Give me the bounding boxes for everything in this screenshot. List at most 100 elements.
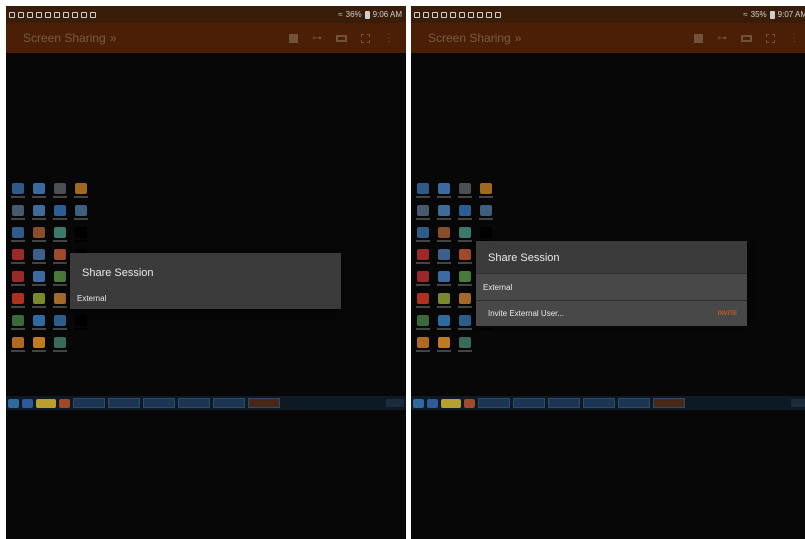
- desktop-icon[interactable]: [9, 183, 26, 201]
- desktop-icon[interactable]: [72, 315, 89, 333]
- desktop-icon[interactable]: [456, 249, 473, 267]
- desktop-icon[interactable]: [51, 293, 68, 311]
- stop-square-icon[interactable]: [289, 33, 298, 43]
- taskbar-task[interactable]: [248, 398, 280, 408]
- taskbar-task[interactable]: [618, 398, 650, 408]
- desktop-icon[interactable]: [435, 183, 452, 201]
- keyboard-icon[interactable]: [336, 34, 347, 42]
- key-icon[interactable]: ⊶: [717, 33, 727, 44]
- fullscreen-icon[interactable]: [766, 33, 775, 43]
- desktop-icon[interactable]: [9, 249, 26, 267]
- invite-button[interactable]: INVITE: [718, 311, 747, 317]
- desktop-icon[interactable]: [456, 337, 473, 355]
- desktop-icon[interactable]: [51, 205, 68, 223]
- desktop-icon[interactable]: [9, 227, 26, 245]
- desktop-icon[interactable]: [9, 271, 26, 289]
- taskbar-task[interactable]: [178, 398, 210, 408]
- taskbar-item[interactable]: [464, 398, 475, 408]
- taskbar-task[interactable]: [73, 398, 105, 408]
- desktop-icon[interactable]: [72, 183, 89, 201]
- desktop-icon[interactable]: [456, 271, 473, 289]
- desktop-icon[interactable]: [456, 183, 473, 201]
- desktop-icon[interactable]: [414, 315, 431, 333]
- desktop-icon[interactable]: [456, 205, 473, 223]
- desktop-icon[interactable]: [456, 293, 473, 311]
- desktop-icon[interactable]: [51, 227, 68, 245]
- desktop-icon[interactable]: [30, 205, 47, 223]
- desktop-icon[interactable]: [30, 315, 47, 333]
- key-icon[interactable]: ⊶: [312, 33, 322, 44]
- desktop-icon[interactable]: [30, 293, 47, 311]
- desktop-icon[interactable]: [30, 337, 47, 355]
- notification-icon: [36, 11, 42, 18]
- desktop-icon[interactable]: [72, 227, 89, 245]
- desktop-icon[interactable]: [414, 293, 431, 311]
- notification-icon: [423, 11, 429, 18]
- taskbar-task[interactable]: [108, 398, 140, 408]
- browser-icon[interactable]: [427, 398, 438, 408]
- start-button-icon[interactable]: [413, 398, 424, 408]
- taskbar-item[interactable]: [59, 398, 70, 408]
- taskbar-task[interactable]: [213, 398, 245, 408]
- desktop-icon[interactable]: [435, 227, 452, 245]
- taskbar-task[interactable]: [513, 398, 545, 408]
- desktop-icon[interactable]: [9, 337, 26, 355]
- desktop-icon[interactable]: [435, 315, 452, 333]
- battery-icon: [364, 10, 370, 19]
- desktop-icon[interactable]: [9, 293, 26, 311]
- stop-square-icon[interactable]: [694, 33, 703, 43]
- taskbar-item[interactable]: [36, 398, 56, 408]
- desktop-icon[interactable]: [9, 315, 26, 333]
- desktop-icon[interactable]: [435, 205, 452, 223]
- taskbar-task[interactable]: [548, 398, 580, 408]
- notification-icon: [18, 11, 24, 18]
- notification-icon: [450, 11, 456, 18]
- desktop-icon[interactable]: [414, 249, 431, 267]
- taskbar-task[interactable]: [143, 398, 175, 408]
- fullscreen-icon[interactable]: [361, 33, 370, 43]
- desktop-icon[interactable]: [435, 249, 452, 267]
- desktop-icon[interactable]: [30, 183, 47, 201]
- taskbar-task[interactable]: [653, 398, 685, 408]
- desktop-icon[interactable]: [414, 337, 431, 355]
- desktop-icon[interactable]: [414, 227, 431, 245]
- external-option[interactable]: External: [476, 273, 747, 300]
- wifi-icon: ≈: [338, 10, 343, 19]
- desktop-icon[interactable]: [51, 271, 68, 289]
- share-session-dialog: Share Session External Invite External U…: [476, 241, 747, 326]
- taskbar-task[interactable]: [478, 398, 510, 408]
- desktop-icon[interactable]: [477, 183, 494, 201]
- desktop-icon[interactable]: [51, 183, 68, 201]
- taskbar-item[interactable]: [441, 398, 461, 408]
- app-title[interactable]: Screen Sharing»: [6, 31, 116, 45]
- desktop-icon[interactable]: [9, 205, 26, 223]
- desktop-icon[interactable]: [435, 271, 452, 289]
- keyboard-icon[interactable]: [741, 34, 752, 42]
- desktop-icon[interactable]: [477, 205, 494, 223]
- desktop-icon[interactable]: [456, 227, 473, 245]
- overflow-menu-icon[interactable]: ⋮: [384, 33, 394, 44]
- notification-icon: [9, 11, 15, 18]
- browser-icon[interactable]: [22, 398, 33, 408]
- taskbar-task[interactable]: [583, 398, 615, 408]
- taskbar-clock: [791, 399, 805, 407]
- desktop-icon[interactable]: [456, 315, 473, 333]
- desktop-icon[interactable]: [414, 183, 431, 201]
- invite-external-user-row[interactable]: Invite External User... INVITE: [476, 300, 747, 326]
- desktop-icon[interactable]: [51, 337, 68, 355]
- desktop-icon[interactable]: [30, 271, 47, 289]
- desktop-icon[interactable]: [30, 227, 47, 245]
- desktop-icon[interactable]: [72, 205, 89, 223]
- desktop-icon[interactable]: [30, 249, 47, 267]
- app-title[interactable]: Screen Sharing»: [411, 31, 521, 45]
- desktop-icon[interactable]: [435, 337, 452, 355]
- desktop-icon[interactable]: [435, 293, 452, 311]
- desktop-icon[interactable]: [414, 271, 431, 289]
- battery-level: 36%: [345, 10, 362, 19]
- desktop-icon[interactable]: [51, 249, 68, 267]
- desktop-icon[interactable]: [414, 205, 431, 223]
- overflow-menu-icon[interactable]: ⋮: [789, 33, 799, 44]
- desktop-icon[interactable]: [51, 315, 68, 333]
- external-option[interactable]: External: [70, 290, 341, 306]
- start-button-icon[interactable]: [8, 398, 19, 408]
